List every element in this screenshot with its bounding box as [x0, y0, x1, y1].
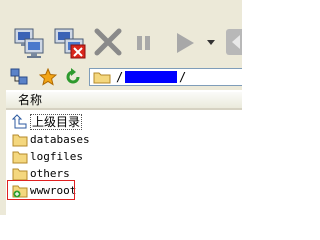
column-header-name[interactable]: 名称 — [6, 92, 242, 110]
folder-icon — [93, 72, 111, 84]
list-item-label: databases — [30, 133, 90, 146]
bookmark-star-icon[interactable] — [39, 68, 57, 86]
list-item-label: logfiles — [30, 150, 83, 163]
refresh-icon[interactable] — [64, 68, 82, 86]
folder-icon — [12, 151, 28, 164]
stop-icon[interactable] — [93, 27, 123, 57]
folder-icon — [12, 134, 28, 147]
address-input[interactable]: / / — [89, 68, 242, 86]
list-item[interactable]: logfiles — [6, 148, 242, 165]
toolbar — [0, 0, 242, 67]
address-suffix: / — [179, 70, 187, 84]
dropdown-arrow-icon[interactable] — [206, 38, 216, 46]
address-bar: / / — [0, 66, 242, 90]
pause-icon[interactable] — [134, 33, 154, 53]
highlight-box — [7, 180, 75, 200]
more-icon[interactable] — [224, 27, 242, 59]
network-icon[interactable] — [10, 68, 28, 86]
list-item[interactable]: databases — [6, 131, 242, 148]
parent-folder-icon — [12, 114, 27, 129]
folder-icon — [12, 168, 28, 181]
disconnect-icon[interactable] — [53, 27, 87, 59]
address-redacted — [125, 71, 177, 83]
column-header-label: 名称 — [18, 93, 43, 107]
play-icon[interactable] — [174, 31, 196, 55]
connect-icon[interactable] — [13, 27, 47, 59]
list-item-label: 上级目录 — [30, 114, 83, 130]
address-prefix: / — [116, 70, 124, 84]
list-item-parent[interactable]: 上级目录 — [6, 113, 242, 130]
